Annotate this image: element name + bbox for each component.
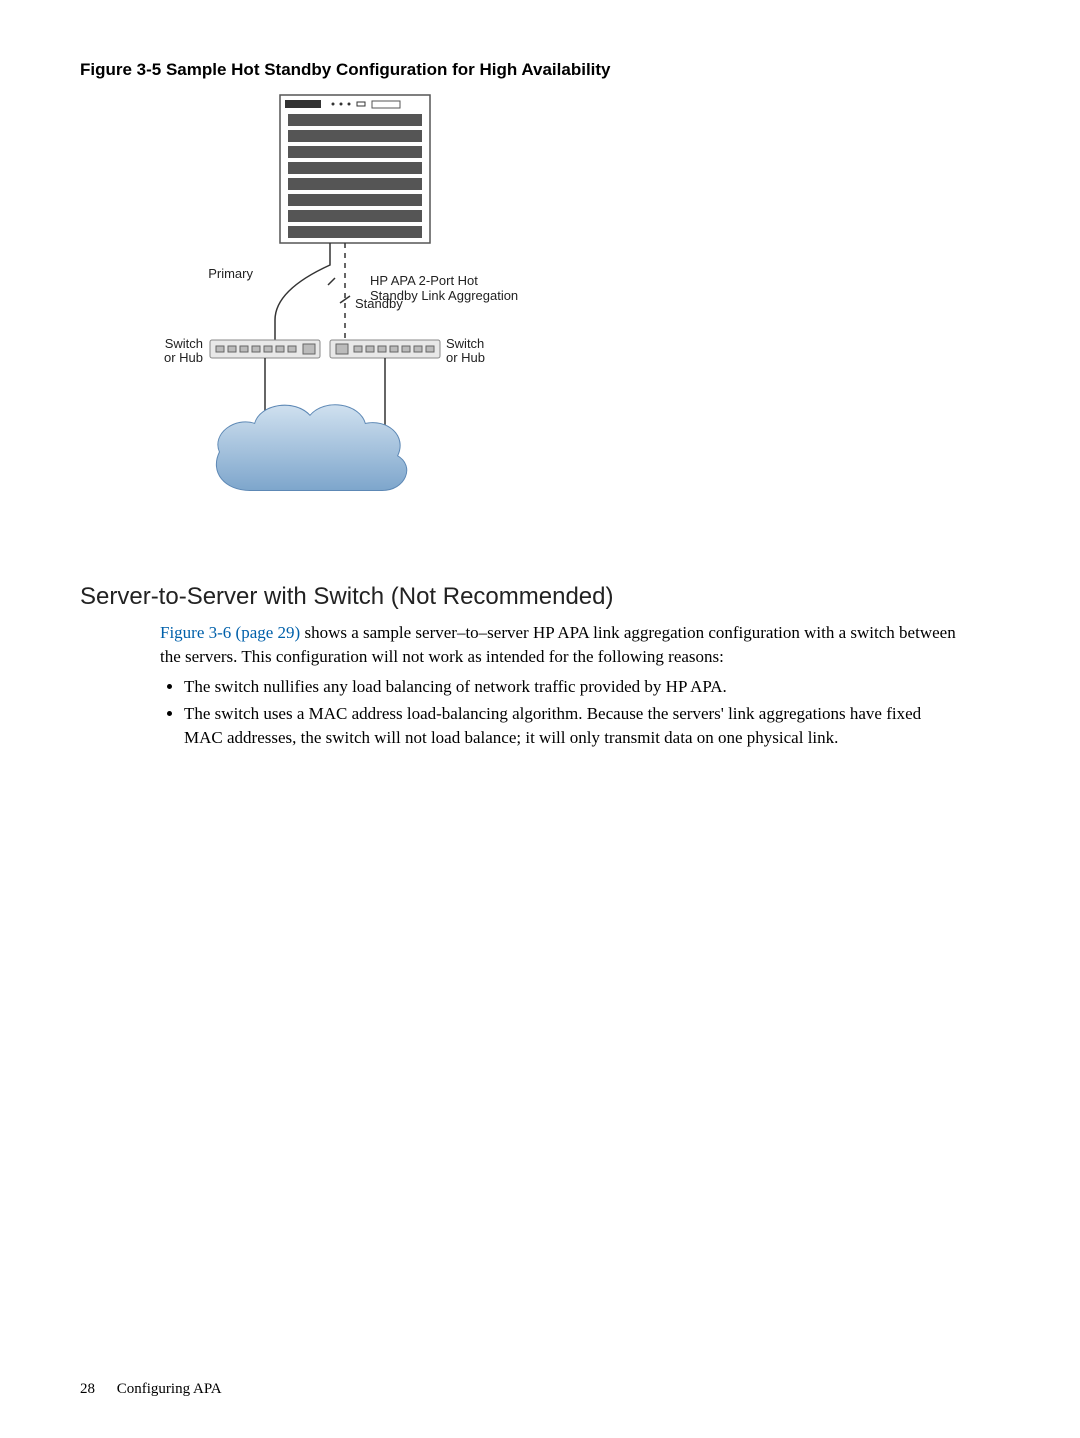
hot-standby-diagram-svg: Primary Standby HP APA 2-Port Hot Standb… (130, 90, 590, 550)
list-item: The switch nullifies any load balancing … (184, 675, 960, 699)
figure-caption: Figure 3-5 Sample Hot Standby Configurat… (80, 60, 1000, 80)
figure-link[interactable]: Figure 3-6 (page 29) (160, 623, 300, 642)
list-item: The switch uses a MAC address load-balan… (184, 702, 960, 750)
intro-paragraph: Figure 3-6 (page 29) shows a sample serv… (160, 621, 960, 669)
page-footer: 28 Configuring APA (80, 1381, 222, 1398)
section-heading: Server-to-Server with Switch (Not Recomm… (80, 583, 1000, 611)
body-text: Figure 3-6 (page 29) shows a sample serv… (160, 621, 960, 750)
page-number: 28 (80, 1381, 95, 1397)
label-switch-left-2: or Hub (164, 350, 203, 365)
label-switch-right-1: Switch (446, 336, 484, 351)
label-primary: Primary (208, 266, 253, 281)
label-switch-right-2: or Hub (446, 350, 485, 365)
label-switch-left-1: Switch (165, 336, 203, 351)
cloud-icon (217, 405, 406, 490)
label-apa-1: HP APA 2-Port Hot (370, 273, 478, 288)
figure-diagram: Primary Standby HP APA 2-Port Hot Standb… (130, 90, 1000, 555)
label-apa-2: Standby Link Aggregation (370, 288, 518, 303)
footer-title: Configuring APA (117, 1381, 222, 1397)
reason-list: The switch nullifies any load balancing … (160, 675, 960, 750)
